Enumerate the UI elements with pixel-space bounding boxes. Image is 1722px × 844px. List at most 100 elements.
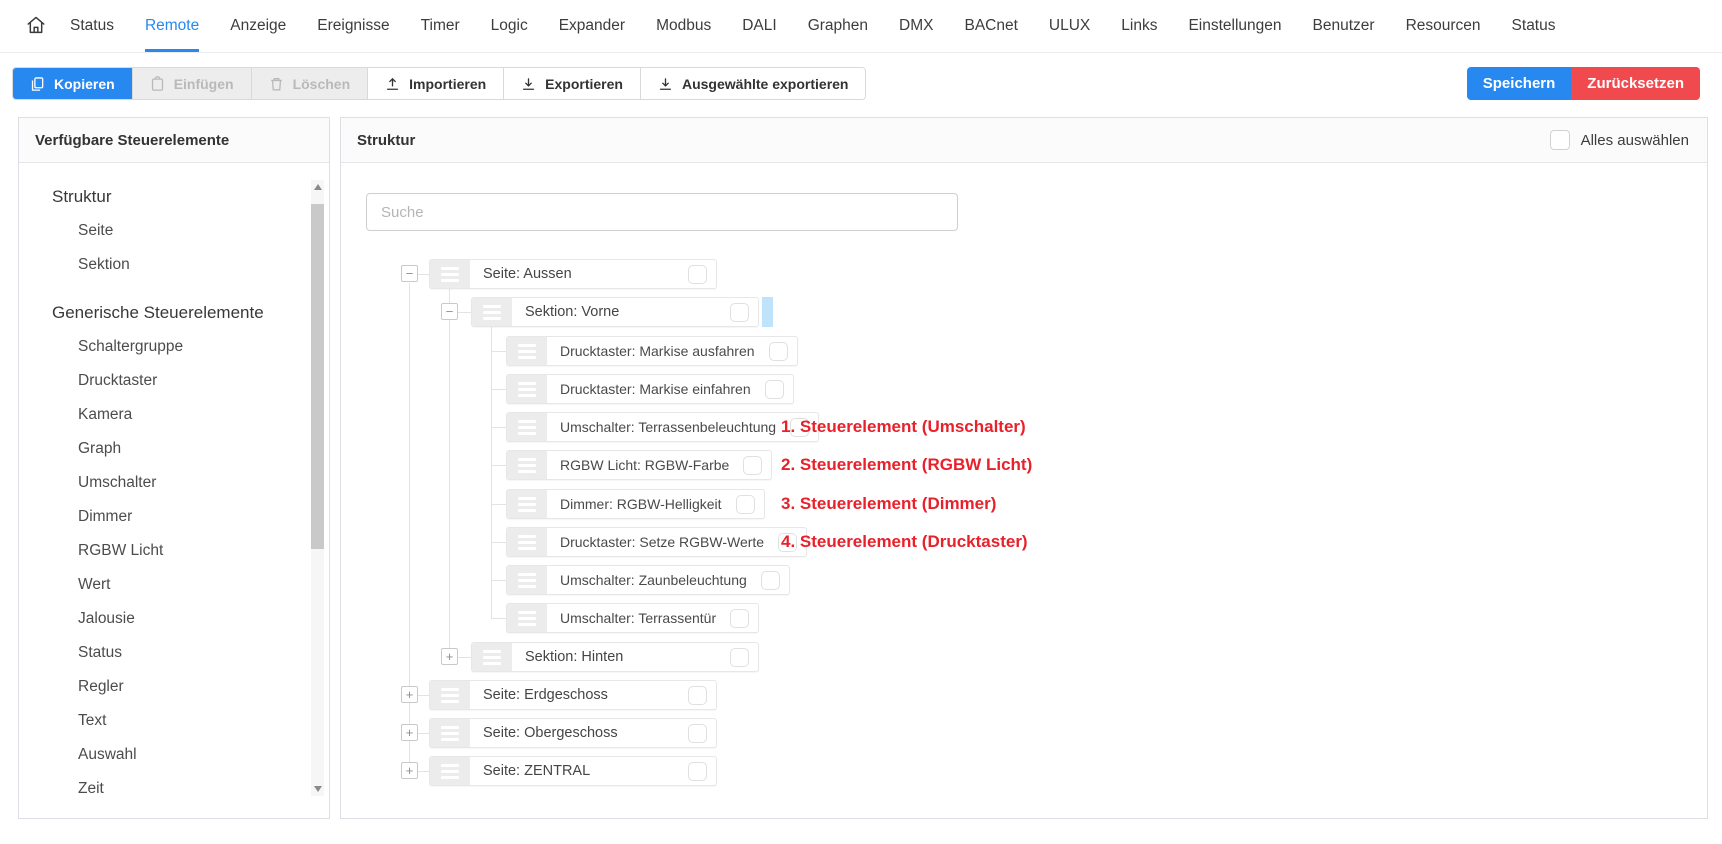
scrollbar-up-arrow-icon[interactable]	[311, 180, 324, 194]
exportieren-button[interactable]: Exportieren	[503, 68, 640, 99]
tree-node[interactable]: Umschalter: Terrassentür	[506, 603, 759, 633]
tree-node-checkbox[interactable]	[730, 648, 749, 667]
tree-node-checkbox[interactable]	[736, 495, 755, 514]
tree-node[interactable]: Seite: ZENTRAL	[429, 756, 717, 786]
tree-node-checkbox[interactable]	[688, 265, 707, 284]
palette-item-status[interactable]: Status	[19, 636, 329, 670]
tree-node[interactable]: Umschalter: Terrassenbeleuchtung	[506, 412, 819, 442]
drag-handle-icon[interactable]	[430, 719, 470, 747]
tree-node[interactable]: Drucktaster: Markise einfahren	[506, 374, 794, 404]
nav-tab-status[interactable]: Status	[70, 0, 114, 52]
collapse-button[interactable]: −	[401, 265, 418, 282]
tree-node[interactable]: RGBW Licht: RGBW-Farbe	[506, 450, 772, 480]
tree-node[interactable]: Seite: Erdgeschoss	[429, 680, 717, 710]
drag-handle-icon[interactable]	[507, 413, 547, 441]
palette-item-auswahl[interactable]: Auswahl	[19, 738, 329, 772]
palette-item-text[interactable]: Text	[19, 704, 329, 738]
tree-node[interactable]: Sektion: Vorne	[471, 297, 759, 327]
tree-node[interactable]: Umschalter: Zaunbeleuchtung	[506, 565, 790, 595]
tree-node[interactable]: Drucktaster: Markise ausfahren	[506, 336, 798, 366]
palette-item-dimmer[interactable]: Dimmer	[19, 500, 329, 534]
nav-tab-expander[interactable]: Expander	[559, 0, 625, 52]
nav-tab-bacnet[interactable]: BACnet	[964, 0, 1017, 52]
nav-tab-status[interactable]: Status	[1512, 0, 1556, 52]
palette-item-umschalter[interactable]: Umschalter	[19, 466, 329, 500]
tree-node[interactable]: Drucktaster: Setze RGBW-Werte	[506, 527, 807, 557]
nav-tab-modbus[interactable]: Modbus	[656, 0, 711, 52]
collapse-button[interactable]: −	[441, 303, 458, 320]
nav-tab-benutzer[interactable]: Benutzer	[1313, 0, 1375, 52]
palette-item-graph[interactable]: Graph	[19, 432, 329, 466]
nav-tab-dmx[interactable]: DMX	[899, 0, 933, 52]
einf-gen-button[interactable]: Einfügen	[132, 68, 251, 99]
drag-handle-icon[interactable]	[507, 490, 547, 518]
reset-button[interactable]: Zurücksetzen	[1571, 67, 1700, 100]
nav-tab-anzeige[interactable]: Anzeige	[230, 0, 286, 52]
drag-handle-icon[interactable]	[472, 643, 512, 671]
drag-handle-icon[interactable]	[507, 337, 547, 365]
tree-node[interactable]: Sektion: Hinten	[471, 642, 759, 672]
nav-tab-links[interactable]: Links	[1121, 0, 1157, 52]
palette-item-wert[interactable]: Wert	[19, 568, 329, 602]
nav-tab-dali[interactable]: DALI	[742, 0, 776, 52]
home-button[interactable]	[16, 0, 56, 52]
drag-handle-icon[interactable]	[430, 260, 470, 288]
drag-handle-icon[interactable]	[430, 757, 470, 785]
nav-tab-ereignisse[interactable]: Ereignisse	[317, 0, 389, 52]
drag-handle-icon[interactable]	[507, 375, 547, 403]
tree-node[interactable]: Seite: Aussen	[429, 259, 717, 289]
tree-node-checkbox[interactable]	[730, 303, 749, 322]
expand-button[interactable]: +	[441, 648, 458, 665]
palette-item-seite[interactable]: Seite	[19, 214, 329, 248]
drag-handle-icon[interactable]	[507, 528, 547, 556]
tree-node-checkbox[interactable]	[769, 342, 788, 361]
palette-item-kamera[interactable]: Kamera	[19, 398, 329, 432]
tree-node-checkbox[interactable]	[761, 571, 780, 590]
nav-tab-ulux[interactable]: ULUX	[1049, 0, 1090, 52]
download-icon	[658, 76, 673, 92]
scrollbar-down-arrow-icon[interactable]	[311, 782, 324, 796]
tree-node[interactable]: Dimmer: RGBW-Helligkeit	[506, 489, 765, 519]
tree-node-label: Umschalter: Zaunbeleuchtung	[547, 572, 761, 588]
drag-handle-icon[interactable]	[472, 298, 512, 326]
drag-handle-icon[interactable]	[507, 451, 547, 479]
palette-item-schaltergruppe[interactable]: Schaltergruppe	[19, 330, 329, 364]
palette-item-sektion[interactable]: Sektion	[19, 248, 329, 282]
save-button[interactable]: Speichern	[1467, 67, 1572, 100]
palette-item-zeit[interactable]: Zeit	[19, 772, 329, 806]
nav-tab-einstellungen[interactable]: Einstellungen	[1188, 0, 1281, 52]
tree-node-checkbox[interactable]	[765, 380, 784, 399]
palette-item-jalousie[interactable]: Jalousie	[19, 602, 329, 636]
nav-tab-logic[interactable]: Logic	[491, 0, 528, 52]
nav-tab-resourcen[interactable]: Resourcen	[1406, 0, 1481, 52]
expand-button[interactable]: +	[401, 724, 418, 741]
tree-node-checkbox[interactable]	[688, 724, 707, 743]
tree-node-checkbox[interactable]	[688, 686, 707, 705]
tree-row: + Sektion: Hinten	[341, 642, 1707, 672]
scrollbar-thumb[interactable]	[311, 204, 324, 549]
top-nav: Status Remote Anzeige Ereignisse Timer Logic E…	[0, 0, 1722, 53]
tree-node[interactable]: Seite: Obergeschoss	[429, 718, 717, 748]
drag-handle-icon[interactable]	[507, 566, 547, 594]
expand-button[interactable]: +	[401, 762, 418, 779]
drag-handle-icon[interactable]	[507, 604, 547, 632]
nav-tab-timer[interactable]: Timer	[421, 0, 460, 52]
nav-tab-graphen[interactable]: Graphen	[808, 0, 868, 52]
importieren-button[interactable]: Importieren	[367, 68, 503, 99]
tree-node-wrap: Umschalter: Terrassentür	[506, 603, 759, 633]
tree-node-checkbox[interactable]	[730, 609, 749, 628]
ausgew-hlte-exportieren-button[interactable]: Ausgewählte exportieren	[640, 68, 866, 99]
drag-handle-icon[interactable]	[430, 681, 470, 709]
tree-node-checkbox[interactable]	[688, 762, 707, 781]
select-all-checkbox[interactable]	[1550, 130, 1570, 150]
l-schen-button[interactable]: Löschen	[251, 68, 368, 99]
palette-item-regler[interactable]: Regler	[19, 670, 329, 704]
scrollbar[interactable]	[311, 180, 324, 796]
tree-node-checkbox[interactable]	[743, 456, 762, 475]
nav-tab-remote[interactable]: Remote	[145, 0, 199, 52]
palette-item-drucktaster[interactable]: Drucktaster	[19, 364, 329, 398]
structure-panel-header: Struktur Alles auswählen	[341, 118, 1707, 163]
kopieren-button[interactable]: Kopieren	[13, 68, 132, 99]
palette-item-rgbw-licht[interactable]: RGBW Licht	[19, 534, 329, 568]
expand-button[interactable]: +	[401, 686, 418, 703]
